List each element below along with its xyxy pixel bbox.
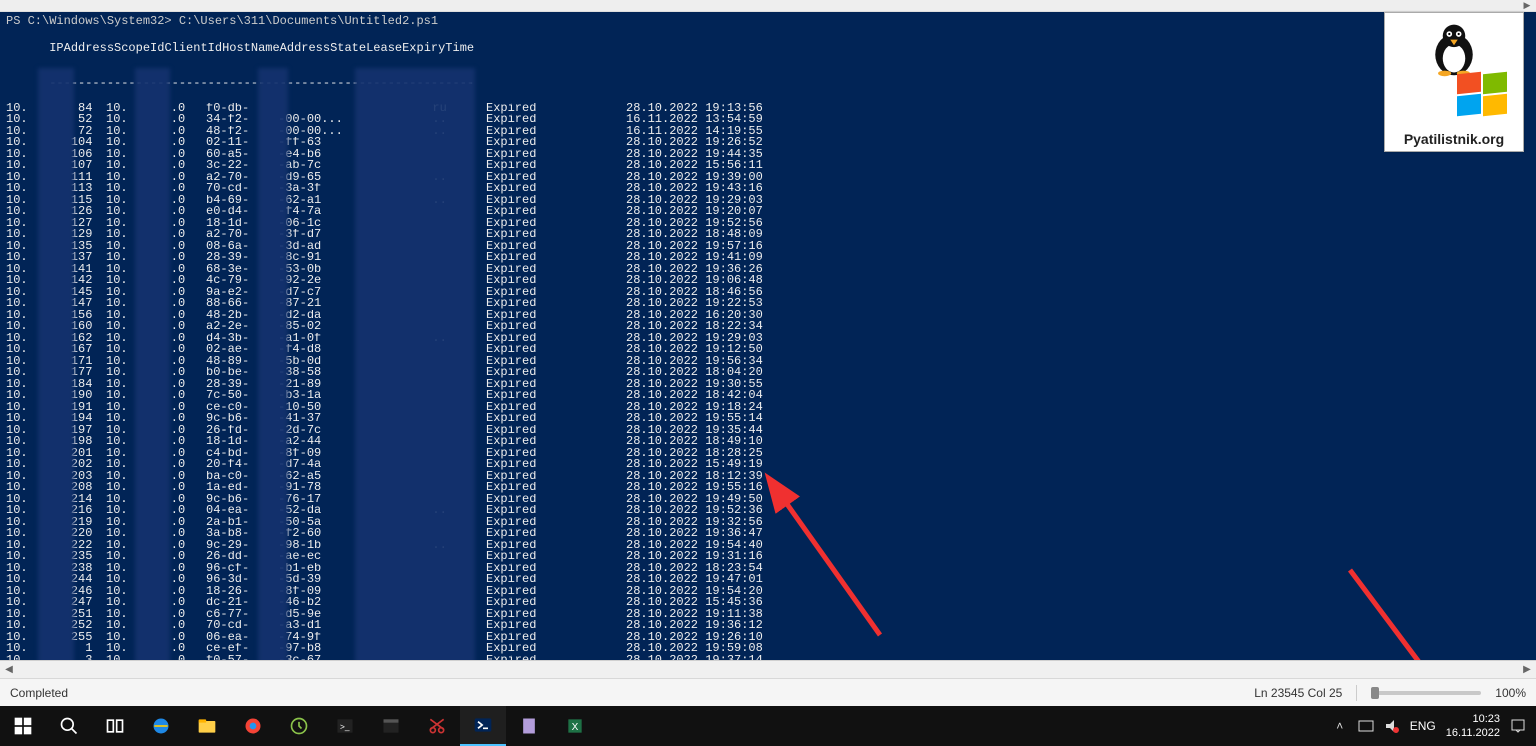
table-row: 10. 14710. .088-66- -87-21 Expired28.10.… — [0, 298, 1536, 310]
taskbar-app-clock[interactable] — [276, 706, 322, 746]
table-row: 10. 18410. .028-39- -21-89 Expired28.10.… — [0, 379, 1536, 391]
table-row: 10. 20110. .0c4-bd- -8f-09 Expired28.10.… — [0, 448, 1536, 460]
taskbar-app-excel[interactable]: X — [552, 706, 598, 746]
scrollbar-track[interactable] — [18, 661, 1518, 679]
table-row: 10. 25510. .006-ea- -74-9f Expired28.10.… — [0, 632, 1536, 644]
start-button[interactable] — [0, 706, 46, 746]
table-row: 10. 19110. .0ce-c0- -10-50 Expired28.10.… — [0, 402, 1536, 414]
svg-text:>_: >_ — [340, 721, 350, 731]
taskbar-app-cmd1[interactable]: >_ — [322, 706, 368, 746]
windows-logo-icon — [1457, 73, 1513, 121]
table-row: 10. 24410. .096-3d- -5d-39 Expired28.10.… — [0, 574, 1536, 586]
table-row: 10. 14110. .068-3e- -53-0b Expired28.10.… — [0, 264, 1536, 276]
table-row: 10. 10410. .002-11- -ff-63 Expired28.10.… — [0, 137, 1536, 149]
table-row: 10. 21910. .02a-b1- -50-5a Expired28.10.… — [0, 517, 1536, 529]
column-underline: ----------------------------------------… — [0, 66, 1536, 103]
table-row: 10. 11110. .0a2-70- -d9-65 ..Expired28.1… — [0, 172, 1536, 184]
scroll-left-button[interactable]: ◀ — [0, 661, 18, 679]
cursor-position: Ln 23545 Col 25 — [1254, 686, 1342, 700]
table-row: 10. 20810. .01a-ed- -91-78 Expired28.10.… — [0, 482, 1536, 494]
taskbar-app-ie[interactable] — [138, 706, 184, 746]
table-row: 10. 16010. .0a2-2e- -85-02 Expired28.10.… — [0, 321, 1536, 333]
task-view-button[interactable] — [92, 706, 138, 746]
zoom-slider[interactable] — [1371, 691, 1481, 695]
taskbar-app-snip[interactable] — [414, 706, 460, 746]
system-tray[interactable]: ˄ ENG 10:23 16.11.2022 — [1322, 706, 1536, 746]
table-row: 10. 23810. .096-cf- -b1-eb Expired28.10.… — [0, 563, 1536, 575]
table-row: 10. 16710. .002-ae- -f4-d8 Expired28.10.… — [0, 344, 1536, 356]
scroll-right-button-bottom[interactable]: ▶ — [1518, 661, 1536, 679]
table-row: 10. 19010. .07c-50- -b3-1a Expired28.10.… — [0, 390, 1536, 402]
table-row: 10. 12710. .018-1d- -06-1c Expired28.10.… — [0, 218, 1536, 230]
table-row: 10. 12910. .0a2-70- -3f-d7 Expired28.10.… — [0, 229, 1536, 241]
table-row: 10. 17110. .048-89- -5b-0d Expired28.10.… — [0, 356, 1536, 368]
top-scrollbar[interactable]: ▶ — [0, 0, 1536, 12]
status-text: Completed — [10, 686, 68, 700]
watermark-card: Pyatilistnik.org — [1384, 12, 1524, 152]
taskbar-app-powershell[interactable] — [460, 706, 506, 746]
table-row: 10. 22210. .09c-29- -98-1b ..Expired28.1… — [0, 540, 1536, 552]
taskbar: >_ X ˄ — [0, 706, 1536, 746]
taskbar-app-explorer[interactable] — [184, 706, 230, 746]
table-row: 10. 20210. .020-f4- -d7-4a Expired28.10.… — [0, 459, 1536, 471]
table-row: 10. 19710. .026-fd- -2d-7c Expired28.10.… — [0, 425, 1536, 437]
powershell-output[interactable]: PS C:\Windows\System32> C:\Users\311\Doc… — [0, 12, 1536, 660]
taskbar-app-cmd2[interactable] — [368, 706, 414, 746]
table-row: 10. 8410. .0f0-db- ruExpired28.10.2022 1… — [0, 103, 1536, 115]
prompt-path: PS C:\Windows\System32> C:\Users\311\Doc… — [0, 12, 1536, 30]
table-row: 10. 10710. .03c-22- -ab-7c Expired28.10.… — [0, 160, 1536, 172]
tray-chevron-up-icon[interactable]: ˄ — [1332, 718, 1348, 734]
table-row: 10. 17710. .0b0-be- -38-58 Expired28.10.… — [0, 367, 1536, 379]
table-row: 10. 15610. .048-2b- -d2-da Expired28.10.… — [0, 310, 1536, 322]
column-headers: IPAddressScopeIdClientIdHostNameAddressS… — [0, 30, 1536, 67]
table-row: 10. 19410. .09c-b6- -41-37 Expired28.10.… — [0, 413, 1536, 425]
taskbar-app-notes[interactable] — [506, 706, 552, 746]
tray-language[interactable]: ENG — [1410, 719, 1436, 733]
table-row: 10. 25210. .070-cd- -a3-d1 Expired28.10.… — [0, 620, 1536, 632]
penguin-icon — [1424, 19, 1484, 79]
table-row: 10. 24610. .018-26- -8f-09 Expired28.10.… — [0, 586, 1536, 598]
table-row: 10. 25110. .0c6-77- -d5-9e Expired28.10.… — [0, 609, 1536, 621]
tray-network-icon[interactable] — [1358, 718, 1374, 734]
table-row: 10. 11510. .0b4-69- -62-a1 ..Expired28.1… — [0, 195, 1536, 207]
taskbar-app-browser[interactable] — [230, 706, 276, 746]
table-row: 10. 14210. .04c-79- -92-2e Expired28.10.… — [0, 275, 1536, 287]
horizontal-scrollbar[interactable]: ◀ ▶ — [0, 660, 1536, 678]
table-row: 10. 7210. .048-f2- -00-00... ..Expired16… — [0, 126, 1536, 138]
table-row: 10. 12610. .0e0-d4- -f4-7a Expired28.10.… — [0, 206, 1536, 218]
redaction-ip — [38, 68, 74, 660]
tray-volume-icon[interactable] — [1384, 718, 1400, 734]
table-row: 10. 21410. .09c-b6- -76-17 Expired28.10.… — [0, 494, 1536, 506]
table-row: 10. 10610. .060-a5- -e4-b6 Expired28.10.… — [0, 149, 1536, 161]
table-row: 10. 21610. .004-ea- -52-da ..Expired28.1… — [0, 505, 1536, 517]
table-row: 10. 14510. .09a-e2- -d7-c7 Expired28.10.… — [0, 287, 1536, 299]
watermark-label: Pyatilistnik.org — [1404, 131, 1504, 147]
tray-notifications-icon[interactable] — [1510, 718, 1526, 734]
zoom-value: 100% — [1495, 686, 1526, 700]
table-row: 10. 19810. .018-1d- -a2-44 Expired28.10.… — [0, 436, 1536, 448]
table-row: 10. 13510. .008-6a- -3d-ad Expired28.10.… — [0, 241, 1536, 253]
svg-text:X: X — [572, 722, 579, 733]
status-bar: Completed Ln 23545 Col 25 100% — [0, 678, 1536, 706]
table-row: 10. 13710. .028-39- -8c-91 Expired28.10.… — [0, 252, 1536, 264]
table-row: 10. 22010. .03a-b8- -f2-60 Expired28.10.… — [0, 528, 1536, 540]
search-button[interactable] — [46, 706, 92, 746]
scroll-right-button[interactable]: ▶ — [1518, 0, 1536, 12]
redaction-hostname — [355, 68, 475, 660]
table-row: 10. 20310. .0ba-c0- -62-a5 Expired28.10.… — [0, 471, 1536, 483]
table-row: 10. 11310. .070-cd- -3a-3f Expired28.10.… — [0, 183, 1536, 195]
table-row: 10. 110. .0ce-ef- -97-b8 Expired28.10.20… — [0, 643, 1536, 655]
annotation-arrow-1 — [770, 485, 900, 650]
table-row: 10. 16210. .0d4-3b- -a1-0f ..Expired28.1… — [0, 333, 1536, 345]
redaction-clientid — [258, 68, 288, 660]
tray-clock[interactable]: 10:23 16.11.2022 — [1446, 712, 1500, 740]
redaction-scope — [135, 68, 170, 660]
table-row: 10. 24710. .0dc-21- -46-b2 Expired28.10.… — [0, 597, 1536, 609]
table-row: 10. 23510. .026-dd- -ae-ec Expired28.10.… — [0, 551, 1536, 563]
table-row: 10. 5210. .034-f2- -00-00... ..Expired16… — [0, 114, 1536, 126]
